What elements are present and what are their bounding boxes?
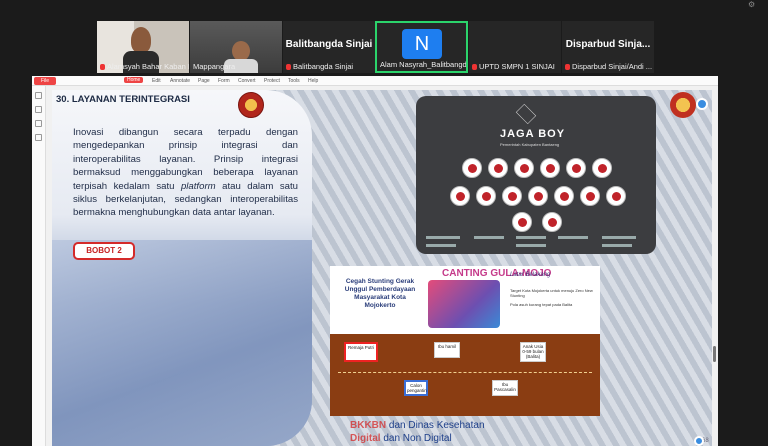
participant-name: UPTD SMPN 1 SINJAI — [479, 62, 555, 71]
participant-name: Mappangara — [193, 62, 236, 71]
service-logo-icon — [592, 158, 612, 178]
jagaboy-app-image: JAGA BOY Pemerintah Kabupaten Bantaeng — [416, 96, 656, 254]
zoom-window: ⚙ Alamsyah Bahar Kaban Lit... Mappangara… — [0, 0, 768, 446]
thumbnail-icon[interactable] — [35, 106, 42, 113]
canting-infographic: Cegah Stunting Gerak Unggul Pemberdayaan… — [330, 266, 600, 416]
mic-muted-icon — [286, 64, 291, 71]
content-panel: 30. LAYANAN TERINTEGRASI Inovasi dibangu… — [52, 90, 312, 446]
contact-info — [558, 236, 588, 239]
award-seal-icon — [670, 92, 696, 118]
flow-box: Anak Usia 0-59 bulan (Balita) — [520, 342, 546, 362]
menu-edit[interactable]: Edit — [152, 78, 161, 84]
collaboration-text: dan Dinas Kesehatan — [386, 420, 485, 431]
service-logo-icon — [462, 158, 482, 178]
section-title: 30. LAYANAN TERINTEGRASI — [56, 94, 190, 105]
contact-info — [602, 244, 632, 247]
menu-protect[interactable]: Protect — [264, 78, 280, 84]
highlight-text: BKKBN — [350, 420, 387, 431]
office-photo — [52, 240, 312, 446]
menu-convert[interactable]: Convert — [238, 78, 256, 84]
contact-info — [516, 244, 546, 247]
service-logo-icon — [514, 158, 534, 178]
participant-name: Disparbud Sinjai/Andi ... — [572, 62, 653, 71]
slide-page: 30. LAYANAN TERINTEGRASI Inovasi dibangu… — [52, 90, 712, 446]
contact-info — [602, 236, 636, 239]
jagaboy-logo-icon — [515, 103, 537, 125]
flow-box: Ibu hamil — [434, 342, 460, 358]
menu-tools[interactable]: Tools — [288, 78, 300, 84]
format-line: Digital dan Non Digital — [350, 433, 452, 444]
highlight-text: Digital — [350, 433, 381, 444]
flow-box: Ibu Pascasalin — [492, 380, 518, 396]
flow-box: Remaja Putri — [344, 342, 378, 362]
mic-muted-icon — [100, 64, 105, 71]
jagaboy-title: JAGA BOY — [500, 128, 566, 140]
mic-muted-icon — [565, 64, 570, 71]
service-logo-icon — [606, 186, 626, 206]
service-logo-icon — [488, 158, 508, 178]
zoom-control-icon[interactable] — [694, 436, 704, 446]
attachment-icon[interactable] — [35, 134, 42, 141]
bookmark-icon[interactable] — [35, 92, 42, 99]
flow-connector — [338, 372, 592, 373]
service-logo-icon — [566, 158, 586, 178]
service-logo-icon — [476, 186, 496, 206]
children-photo — [428, 280, 500, 328]
bobot-badge: BOBOT 2 — [73, 242, 135, 260]
participant-avatar: N — [402, 29, 442, 59]
menu-help[interactable]: Help — [308, 78, 318, 84]
background-bullet: Pola asuh kurang tepat pada Balita — [510, 302, 573, 307]
flow-box: Calon pengantin — [404, 380, 428, 396]
description-italic: platform — [180, 180, 216, 192]
service-logo-icon — [580, 186, 600, 206]
contact-info — [474, 236, 504, 239]
service-logo-icon — [542, 212, 562, 232]
contact-info — [426, 236, 460, 239]
jagaboy-subtitle: Pemerintah Kabupaten Bantaeng — [500, 142, 560, 147]
participant-tile-5[interactable]: UPTD SMPN 1 SINJAI — [469, 21, 561, 73]
contact-info — [426, 244, 456, 247]
mic-muted-icon — [472, 64, 477, 71]
service-logo-icon — [540, 158, 560, 178]
menu-home[interactable]: Home — [124, 77, 144, 83]
settings-icon[interactable]: ⚙ — [748, 0, 755, 9]
shared-pdf-viewer: File Home Edit Annotate Page Form Conver… — [32, 76, 718, 446]
participant-display-name: Balitbangda Sinjai — [285, 39, 373, 50]
latar-belakang-title: Latar Belakang — [510, 272, 551, 278]
participant-name: Alamsyah Bahar Kaban Lit... — [107, 62, 189, 71]
participant-tile-1[interactable]: Alamsyah Bahar Kaban Lit... — [97, 21, 189, 73]
participant-name: Balitbangda Sinjai — [293, 62, 354, 71]
file-menu-button[interactable]: File — [34, 77, 56, 85]
stunting-heading: Cegah Stunting Gerak Unggul Pemberdayaan… — [344, 278, 416, 309]
service-logo-icon — [528, 186, 548, 206]
assistant-icon[interactable] — [696, 98, 708, 110]
menu-form[interactable]: Form — [218, 78, 230, 84]
participant-tile-6[interactable]: Disparbud Sinja... Disparbud Sinjai/Andi… — [562, 21, 654, 73]
background-bullet: Target Kota Mojokerta untuk menuju Zero … — [510, 288, 593, 298]
menu-page[interactable]: Page — [198, 78, 210, 84]
participant-tile-3[interactable]: Balitbangda Sinjai Balitbangda Sinjai — [283, 21, 375, 73]
collaboration-line: BKKBN dan Dinas Kesehatan — [350, 420, 485, 431]
service-logo-icon — [512, 212, 532, 232]
participant-name: Alam Nasyrah_Balitbangda — [380, 60, 468, 69]
participant-display-name: Disparbud Sinja... — [565, 39, 651, 50]
participant-tile-2[interactable]: Mappangara — [190, 21, 282, 73]
service-logo-icon — [450, 186, 470, 206]
service-logo-icon — [502, 186, 522, 206]
description-paragraph: Inovasi dibangun secara terpadu dengan m… — [73, 126, 298, 220]
side-panel — [32, 86, 46, 446]
participant-tile-4[interactable]: N Alam Nasyrah_Balitbangda — [375, 21, 468, 73]
comment-icon[interactable] — [35, 120, 42, 127]
award-seal-icon — [238, 92, 264, 118]
format-text: dan Non Digital — [380, 433, 452, 444]
menu-annotate[interactable]: Annotate — [170, 78, 190, 84]
menu-bar: File Home Edit Annotate Page Form Conver… — [32, 76, 718, 86]
scrollbar-thumb[interactable] — [713, 346, 716, 362]
service-logo-icon — [554, 186, 574, 206]
contact-info — [516, 236, 546, 239]
